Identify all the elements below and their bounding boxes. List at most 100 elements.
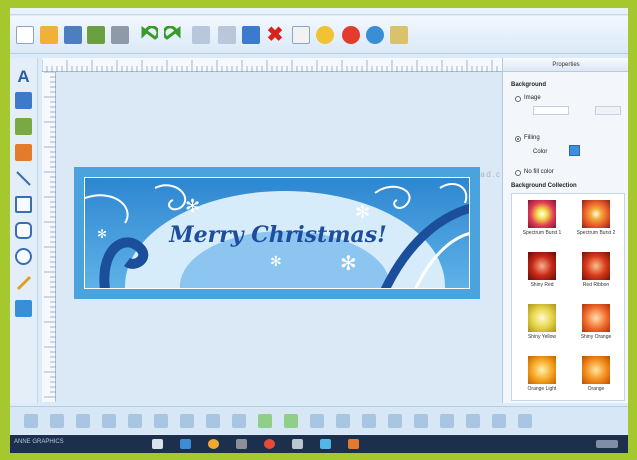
- delete-icon[interactable]: ✖: [266, 25, 284, 45]
- thumbnail-image: [528, 304, 556, 332]
- taskbar-start-label[interactable]: ANNE GRAPHICS: [14, 439, 64, 445]
- rotate-right-icon[interactable]: [284, 414, 298, 428]
- image-option-label: Image: [524, 95, 541, 101]
- bring-front-icon[interactable]: [232, 414, 246, 428]
- print-icon[interactable]: [111, 26, 129, 44]
- design-canvas[interactable]: www.SoftwareDownload.com: [56, 72, 514, 402]
- gallery-item[interactable]: Spectrum Burst 1: [516, 198, 568, 250]
- color-label: Color: [533, 149, 548, 155]
- main-toolbar: ✖: [10, 16, 628, 54]
- gallery-item[interactable]: Shiny Yellow: [516, 302, 568, 354]
- taskbar-app-icon[interactable]: [292, 439, 303, 449]
- thumbnail-image: [582, 356, 610, 384]
- cut-icon[interactable]: [192, 26, 210, 44]
- thumbnail-caption: Orange: [587, 386, 605, 392]
- horizontal-ruler: [41, 58, 502, 72]
- svg-text:✻: ✻: [185, 196, 200, 216]
- settings-icon[interactable]: [316, 26, 334, 44]
- background-collection-label: Background Collection: [511, 183, 577, 189]
- center-page-icon[interactable]: [518, 414, 532, 428]
- align-left-icon[interactable]: [24, 414, 38, 428]
- left-tool-palette: A: [10, 58, 38, 403]
- gallery-item[interactable]: Red Ribbon: [570, 250, 622, 302]
- align-bottom-icon[interactable]: [154, 414, 168, 428]
- taskbar-firefox-icon[interactable]: [208, 439, 219, 449]
- web-icon[interactable]: [366, 26, 384, 44]
- alignment-toolbar: [10, 406, 628, 434]
- image-radio[interactable]: [515, 96, 521, 102]
- same-height-icon[interactable]: [466, 414, 480, 428]
- open-icon[interactable]: [40, 26, 58, 44]
- image-path-field[interactable]: [533, 106, 569, 115]
- art-text-tool-icon[interactable]: [15, 92, 32, 109]
- filling-radio[interactable]: [515, 136, 521, 142]
- application-window: ✖ A www.SoftwareDownload.com: [10, 8, 628, 453]
- background-gallery: Spectrum Burst 1 Spectrum Burst 2 Shiny …: [511, 193, 625, 401]
- svg-text:✻: ✻: [355, 202, 370, 222]
- group-icon[interactable]: [180, 414, 194, 428]
- gallery-item[interactable]: Shiny Red: [516, 250, 568, 302]
- banner-card[interactable]: ✻ ✻ ✻ ✻ ✻ Merry Christmas!: [74, 167, 480, 299]
- gallery-item[interactable]: Spectrum Burst 2: [570, 198, 622, 250]
- thumbnail-caption: Shiny Yellow: [527, 334, 557, 340]
- same-size-icon[interactable]: [492, 414, 506, 428]
- clipart-tool-icon[interactable]: [15, 144, 32, 161]
- align-middle-icon[interactable]: [128, 414, 142, 428]
- thumbnail-image: [582, 304, 610, 332]
- thumbnail-caption: Red Ribbon: [582, 282, 610, 288]
- taskbar-designer-icon[interactable]: [348, 439, 359, 449]
- align-right-icon[interactable]: [76, 414, 90, 428]
- thumbnail-image: [582, 200, 610, 228]
- gallery-item[interactable]: Orange Light: [516, 354, 568, 400]
- color-swatch[interactable]: [569, 145, 580, 156]
- screenshot-frame: ✖ A www.SoftwareDownload.com: [0, 0, 637, 460]
- distribute-horizontal-icon[interactable]: [388, 414, 402, 428]
- thumbnail-caption: Shiny Orange: [580, 334, 612, 340]
- image-tool-icon[interactable]: [15, 118, 32, 135]
- copy-icon[interactable]: [218, 26, 236, 44]
- taskbar-chrome-icon[interactable]: [264, 439, 275, 449]
- properties-title: Properties: [503, 58, 628, 72]
- taskbar-settings-icon[interactable]: [236, 439, 247, 449]
- no-fill-option-label: No fill color: [524, 169, 554, 175]
- line-tool-icon[interactable]: [15, 170, 32, 187]
- thumbnail-caption: Shiny Red: [530, 282, 554, 288]
- barcode-tool-icon[interactable]: [15, 300, 32, 317]
- browse-button[interactable]: [595, 106, 621, 115]
- taskbar-clock[interactable]: [596, 440, 618, 448]
- rotate-left-icon[interactable]: [258, 414, 272, 428]
- rectangle-tool-icon[interactable]: [15, 196, 32, 213]
- zoom-icon[interactable]: [292, 26, 310, 44]
- thumbnail-image: [528, 252, 556, 280]
- undo-icon[interactable]: [140, 25, 160, 44]
- align-top-icon[interactable]: [102, 414, 116, 428]
- gallery-item[interactable]: Shiny Orange: [570, 302, 622, 354]
- thumbnail-caption: Orange Light: [527, 386, 557, 392]
- rounded-rectangle-tool-icon[interactable]: [15, 222, 32, 239]
- flip-vertical-icon[interactable]: [336, 414, 350, 428]
- save-icon[interactable]: [64, 26, 82, 44]
- gallery-item[interactable]: Orange: [570, 354, 622, 400]
- banner-greeting-text[interactable]: Merry Christmas!: [85, 222, 469, 248]
- align-center-icon[interactable]: [50, 414, 64, 428]
- save-as-icon[interactable]: [87, 26, 105, 44]
- taskbar-explorer-icon[interactable]: [320, 439, 331, 449]
- lock-icon[interactable]: [362, 414, 376, 428]
- ellipse-tool-icon[interactable]: [15, 248, 32, 265]
- paste-icon[interactable]: [242, 26, 260, 44]
- ungroup-icon[interactable]: [206, 414, 220, 428]
- svg-text:✻: ✻: [270, 253, 282, 269]
- taskbar-task-view-icon[interactable]: [152, 439, 163, 449]
- pencil-tool-icon[interactable]: [15, 274, 32, 291]
- help-icon[interactable]: [342, 26, 360, 44]
- redo-icon[interactable]: [162, 25, 182, 44]
- distribute-vertical-icon[interactable]: [414, 414, 428, 428]
- tool-icon[interactable]: [390, 26, 408, 44]
- text-tool-icon[interactable]: A: [15, 68, 32, 85]
- flip-horizontal-icon[interactable]: [310, 414, 324, 428]
- menu-bar[interactable]: [10, 8, 628, 15]
- new-icon[interactable]: [16, 26, 34, 44]
- taskbar-edge-icon[interactable]: [180, 439, 191, 449]
- same-width-icon[interactable]: [440, 414, 454, 428]
- no-fill-radio[interactable]: [515, 170, 521, 176]
